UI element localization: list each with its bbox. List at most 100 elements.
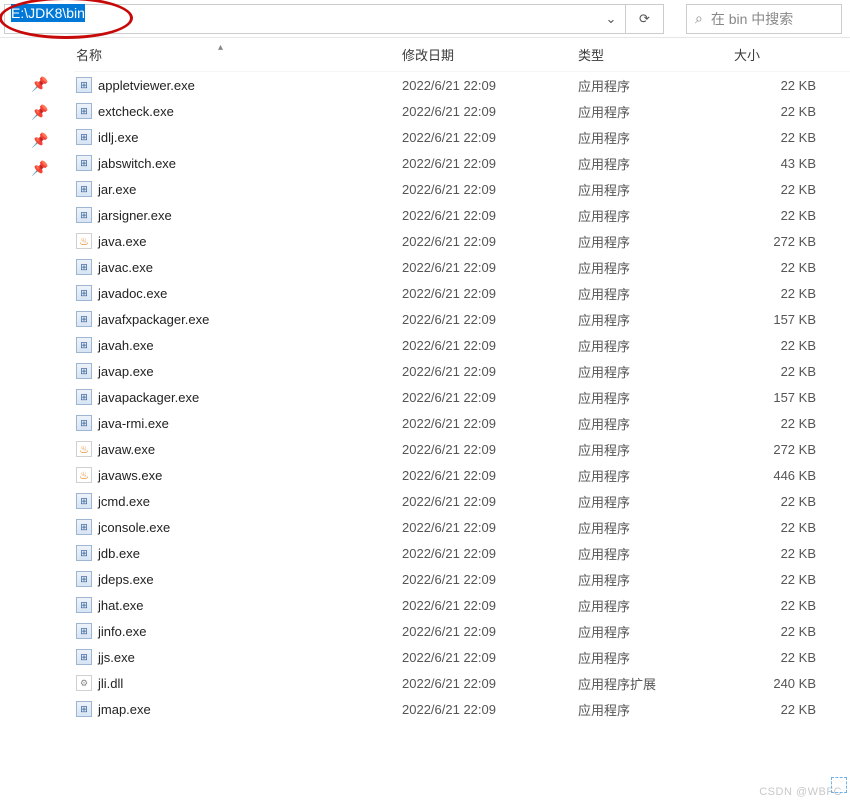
- header-type[interactable]: 类型: [578, 45, 734, 64]
- file-row[interactable]: javah.exe2022/6/21 22:09应用程序22 KB: [74, 332, 850, 358]
- search-icon: ⌕: [695, 10, 703, 27]
- address-dropdown-icon[interactable]: ⌄: [597, 5, 625, 33]
- file-row[interactable]: jcmd.exe2022/6/21 22:09应用程序22 KB: [74, 488, 850, 514]
- file-size: 22 KB: [734, 572, 824, 587]
- header-name[interactable]: 名称: [76, 45, 402, 64]
- file-name: javapackager.exe: [98, 390, 199, 405]
- file-row[interactable]: appletviewer.exe 2022/6/21 22:09应用程序22 KB: [74, 72, 850, 98]
- watermark: CSDN @WBFC: [759, 786, 842, 798]
- file-date: 2022/6/21 22:09: [402, 78, 578, 93]
- file-size: 22 KB: [734, 520, 824, 535]
- header-date[interactable]: 修改日期: [402, 45, 578, 64]
- exe-file-icon: [76, 623, 92, 639]
- file-row[interactable]: jjs.exe2022/6/21 22:09应用程序22 KB: [74, 644, 850, 670]
- search-placeholder: 在 bin 中搜索: [711, 9, 793, 29]
- file-row[interactable]: java.exe2022/6/21 22:09应用程序272 KB: [74, 228, 850, 254]
- file-date: 2022/6/21 22:09: [402, 286, 578, 301]
- file-type: 应用程序: [578, 570, 734, 589]
- file-type: 应用程序: [578, 440, 734, 459]
- file-size: 446 KB: [734, 468, 824, 483]
- file-row[interactable]: jdeps.exe2022/6/21 22:09应用程序22 KB: [74, 566, 850, 592]
- file-date: 2022/6/21 22:09: [402, 650, 578, 665]
- header-size[interactable]: 大小: [734, 45, 824, 64]
- file-type: 应用程序: [578, 180, 734, 199]
- file-date: 2022/6/21 22:09: [402, 572, 578, 587]
- file-type: 应用程序: [578, 544, 734, 563]
- pin-icon[interactable]: 📌: [28, 156, 52, 180]
- file-row[interactable]: javaw.exe2022/6/21 22:09应用程序272 KB: [74, 436, 850, 462]
- address-text: E:\JDK8\bin: [11, 4, 85, 22]
- file-name: jhat.exe: [98, 598, 144, 613]
- exe-file-icon: [76, 519, 92, 535]
- exe-file-icon: [76, 155, 92, 171]
- file-size: 22 KB: [734, 260, 824, 275]
- file-row[interactable]: javapackager.exe2022/6/21 22:09应用程序157 K…: [74, 384, 850, 410]
- pin-icon[interactable]: 📌: [28, 72, 52, 96]
- file-size: 157 KB: [734, 390, 824, 405]
- java-file-icon: [76, 467, 92, 483]
- file-row[interactable]: extcheck.exe2022/6/21 22:09应用程序22 KB: [74, 98, 850, 124]
- file-type: 应用程序: [578, 596, 734, 615]
- pin-icon[interactable]: 📌: [28, 128, 52, 152]
- file-row[interactable]: jarsigner.exe2022/6/21 22:09应用程序22 KB: [74, 202, 850, 228]
- file-name: jarsigner.exe: [98, 208, 172, 223]
- file-date: 2022/6/21 22:09: [402, 442, 578, 457]
- file-size: 22 KB: [734, 338, 824, 353]
- file-name: javah.exe: [98, 338, 154, 353]
- file-row[interactable]: jconsole.exe2022/6/21 22:09应用程序22 KB: [74, 514, 850, 540]
- file-size: 22 KB: [734, 208, 824, 223]
- file-size: 22 KB: [734, 78, 824, 93]
- file-type: 应用程序: [578, 154, 734, 173]
- file-size: 272 KB: [734, 234, 824, 249]
- file-type: 应用程序: [578, 648, 734, 667]
- file-row[interactable]: jdb.exe2022/6/21 22:09应用程序22 KB: [74, 540, 850, 566]
- file-name: javaw.exe: [98, 442, 155, 457]
- file-type: 应用程序: [578, 76, 734, 95]
- exe-file-icon: [76, 103, 92, 119]
- file-type: 应用程序扩展: [578, 674, 734, 693]
- exe-file-icon: [76, 701, 92, 717]
- file-row[interactable]: javafxpackager.exe2022/6/21 22:09应用程序157…: [74, 306, 850, 332]
- file-row[interactable]: jhat.exe2022/6/21 22:09应用程序22 KB: [74, 592, 850, 618]
- file-row[interactable]: jmap.exe2022/6/21 22:09应用程序22 KB: [74, 696, 850, 722]
- file-size: 157 KB: [734, 312, 824, 327]
- file-date: 2022/6/21 22:09: [402, 208, 578, 223]
- file-row[interactable]: javap.exe2022/6/21 22:09应用程序22 KB: [74, 358, 850, 384]
- java-file-icon: [76, 233, 92, 249]
- file-name: appletviewer.exe: [98, 78, 195, 93]
- file-row[interactable]: java-rmi.exe2022/6/21 22:09应用程序22 KB: [74, 410, 850, 436]
- exe-file-icon: [76, 649, 92, 665]
- address-bar[interactable]: E:\JDK8\bin ⌄: [4, 4, 626, 34]
- file-type: 应用程序: [578, 414, 734, 433]
- exe-file-icon: [76, 181, 92, 197]
- search-box[interactable]: ⌕ 在 bin 中搜索: [686, 4, 842, 34]
- file-name: jconsole.exe: [98, 520, 170, 535]
- file-row[interactable]: idlj.exe2022/6/21 22:09应用程序22 KB: [74, 124, 850, 150]
- column-headers: ▴ 名称 修改日期 类型 大小: [74, 38, 850, 72]
- file-date: 2022/6/21 22:09: [402, 390, 578, 405]
- address-input[interactable]: E:\JDK8\bin: [5, 5, 597, 33]
- file-size: 22 KB: [734, 650, 824, 665]
- file-list[interactable]: appletviewer.exe2022/6/21 22:09应用程序22 KB…: [74, 72, 850, 804]
- file-list-panel: ▴ 名称 修改日期 类型 大小 appletviewer.exe 2022/6/2…: [74, 38, 850, 804]
- file-size: 22 KB: [734, 286, 824, 301]
- file-size: 22 KB: [734, 702, 824, 717]
- file-row[interactable]: jar.exe2022/6/21 22:09应用程序22 KB: [74, 176, 850, 202]
- refresh-button[interactable]: ⟳: [626, 4, 664, 34]
- file-date: 2022/6/21 22:09: [402, 676, 578, 691]
- file-row[interactable]: javac.exe2022/6/21 22:09应用程序22 KB: [74, 254, 850, 280]
- exe-file-icon: [76, 311, 92, 327]
- file-row[interactable]: javaws.exe2022/6/21 22:09应用程序446 KB: [74, 462, 850, 488]
- file-row[interactable]: jli.dll2022/6/21 22:09应用程序扩展240 KB: [74, 670, 850, 696]
- file-type: 应用程序: [578, 232, 734, 251]
- file-row[interactable]: jabswitch.exe2022/6/21 22:09应用程序43 KB: [74, 150, 850, 176]
- dll-file-icon: [76, 675, 92, 691]
- file-row[interactable]: javadoc.exe2022/6/21 22:09应用程序22 KB: [74, 280, 850, 306]
- quick-access-sidebar: 📌 📌 📌 📌: [0, 38, 74, 804]
- file-row[interactable]: jinfo.exe2022/6/21 22:09应用程序22 KB: [74, 618, 850, 644]
- file-size: 22 KB: [734, 104, 824, 119]
- pin-icon[interactable]: 📌: [28, 100, 52, 124]
- file-type: 应用程序: [578, 258, 734, 277]
- file-type: 应用程序: [578, 128, 734, 147]
- file-name: javafxpackager.exe: [98, 312, 209, 327]
